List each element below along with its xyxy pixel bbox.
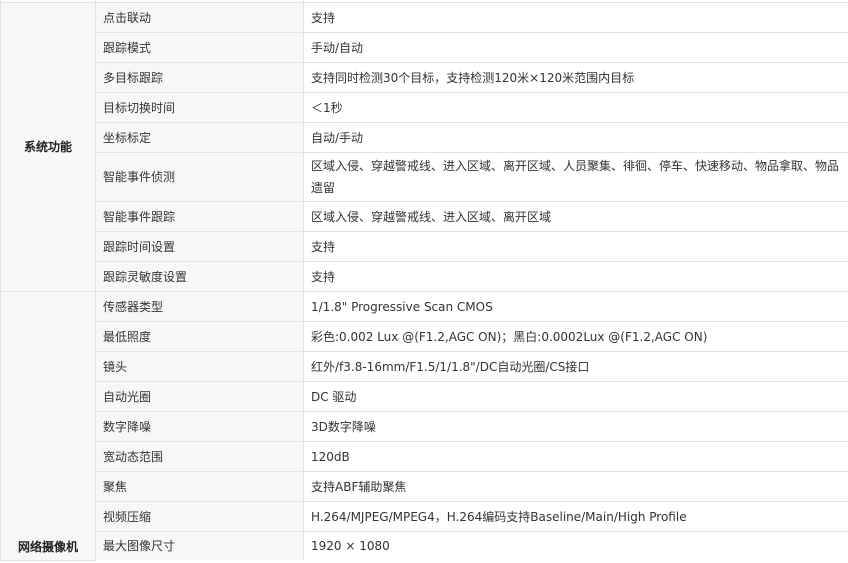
spec-name: 跟踪灵敏度设置 xyxy=(95,261,304,292)
spec-name: 视频压缩 xyxy=(95,501,304,532)
table-row: 跟踪灵敏度设置 支持 xyxy=(1,261,848,292)
table-row: 宽动态范围 120dB xyxy=(1,441,848,472)
spec-name: 点击联动 xyxy=(95,2,304,33)
spec-name: 最低照度 xyxy=(95,321,304,352)
table-row: 视频压缩 H.264/MJPEG/MPEG4，H.264编码支持Baseline… xyxy=(1,501,848,532)
spec-value: 自动/手动 xyxy=(303,122,848,153)
spec-name: 传感器类型 xyxy=(95,291,304,322)
spec-value: 支持同时检测30个目标，支持检测120米×120米范围内目标 xyxy=(303,62,848,93)
spec-value: 红外/f3.8-16mm/F1.5/1/1.8"/DC自动光圈/CS接口 xyxy=(303,351,848,382)
spec-value: 3D数字降噪 xyxy=(303,411,848,442)
table-row: 智能事件侦测 区域入侵、穿越警戒线、进入区域、离开区域、人员聚集、徘徊、停车、快… xyxy=(1,152,848,202)
spec-name: 宽动态范围 xyxy=(95,441,304,472)
table-row: 镜头 红外/f3.8-16mm/F1.5/1/1.8"/DC自动光圈/CS接口 xyxy=(1,351,848,382)
table-row: 多目标跟踪 支持同时检测30个目标，支持检测120米×120米范围内目标 xyxy=(1,62,848,93)
spec-value: 支持ABF辅助聚焦 xyxy=(303,471,848,502)
spec-table: 系统功能 点击联动 支持 跟踪模式 手动/自动 多目标跟踪 支持同时检测30个目… xyxy=(0,0,848,561)
spec-name: 数字降噪 xyxy=(95,411,304,442)
spec-name: 镜头 xyxy=(95,351,304,382)
spec-value: 支持 xyxy=(303,231,848,262)
spec-name: 跟踪时间设置 xyxy=(95,231,304,262)
spec-value: 彩色:0.002 Lux @(F1.2,AGC ON)；黑白:0.0002Lux… xyxy=(303,321,848,352)
spec-value: 支持 xyxy=(303,261,848,292)
group-label-network-camera: 网络摄像机 xyxy=(0,291,96,561)
spec-value: ＜1秒 xyxy=(303,92,848,123)
table-row: 自动光圈 DC 驱动 xyxy=(1,381,848,412)
table-row: 系统功能 点击联动 支持 xyxy=(0,2,848,292)
spec-value: 区域入侵、穿越警戒线、进入区域、离开区域、人员聚集、徘徊、停车、快速移动、物品拿… xyxy=(303,152,848,202)
spec-value: 支持 xyxy=(303,2,848,33)
table-row: 坐标标定 自动/手动 xyxy=(1,122,848,153)
table-row: 最大图像尺寸 1920 × 1080 xyxy=(1,531,848,560)
spec-name: 智能事件跟踪 xyxy=(95,201,304,232)
spec-name: 自动光圈 xyxy=(95,381,304,412)
spec-value: DC 驱动 xyxy=(303,381,848,412)
table-row: 最低照度 彩色:0.002 Lux @(F1.2,AGC ON)；黑白:0.00… xyxy=(1,321,848,352)
spec-name: 跟踪模式 xyxy=(95,32,304,63)
spec-value: 1/1.8" Progressive Scan CMOS xyxy=(303,291,848,322)
spec-name: 最大图像尺寸 xyxy=(95,531,304,560)
table-row: 聚焦 支持ABF辅助聚焦 xyxy=(1,471,848,502)
spec-name: 多目标跟踪 xyxy=(95,62,304,93)
spec-value: 手动/自动 xyxy=(303,32,848,63)
spec-value: 120dB xyxy=(303,441,848,472)
table-row: 目标切换时间 ＜1秒 xyxy=(1,92,848,123)
table-row: 跟踪时间设置 支持 xyxy=(1,231,848,262)
spec-name: 智能事件侦测 xyxy=(95,152,304,202)
table-row: 网络摄像机 传感器类型 1/1.8" Progressive Scan CMOS xyxy=(0,291,848,561)
table-row: 跟踪模式 手动/自动 xyxy=(1,32,848,63)
table-row: 智能事件跟踪 区域入侵、穿越警戒线、进入区域、离开区域 xyxy=(1,201,848,232)
group-label-system-functions: 系统功能 xyxy=(0,2,96,292)
spec-value: 区域入侵、穿越警戒线、进入区域、离开区域 xyxy=(303,201,848,232)
table-row: 数字降噪 3D数字降噪 xyxy=(1,411,848,442)
spec-value: 1920 × 1080 xyxy=(303,531,848,560)
spec-name: 坐标标定 xyxy=(95,122,304,153)
spec-name: 聚焦 xyxy=(95,471,304,502)
spec-name: 目标切换时间 xyxy=(95,92,304,123)
spec-value: H.264/MJPEG/MPEG4，H.264编码支持Baseline/Main… xyxy=(303,501,848,532)
